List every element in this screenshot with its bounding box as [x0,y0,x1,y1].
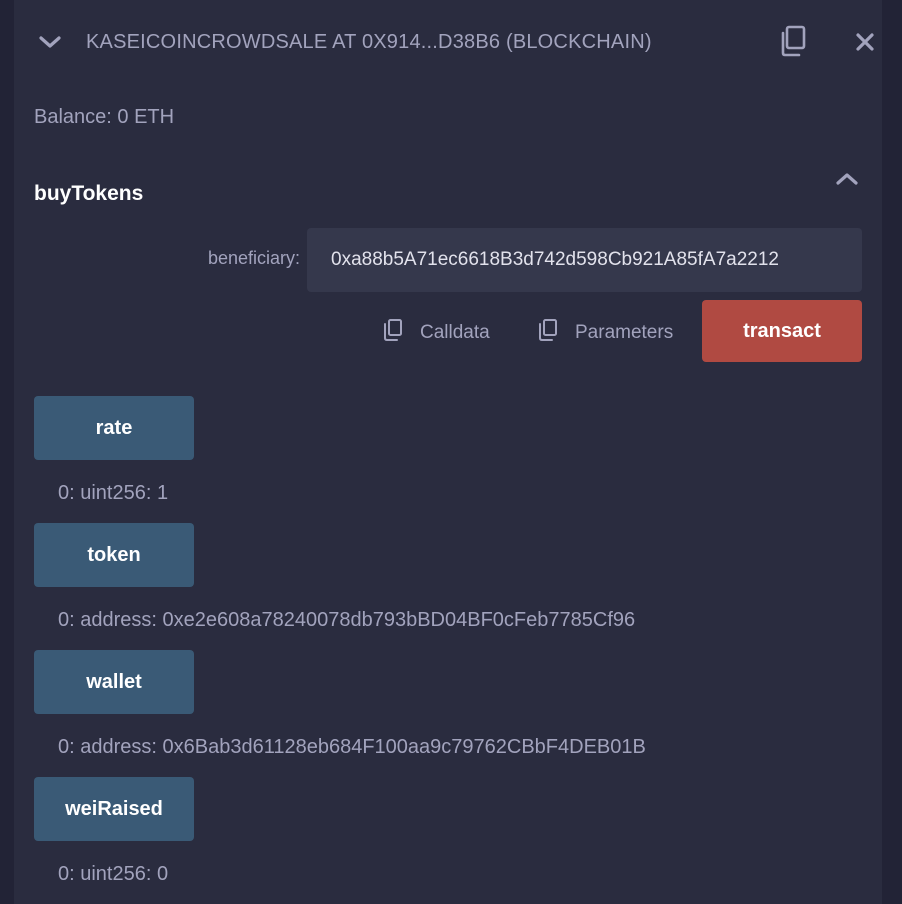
parameters-label: Parameters [575,322,674,343]
balance-text: Balance: 0 ETH [34,106,175,128]
chevron-up-icon[interactable] [832,164,862,194]
rate-result: 0: uint256: 1 [58,482,169,504]
chevron-down-icon[interactable] [36,28,64,56]
beneficiary-input[interactable] [307,228,862,292]
function-title: buyTokens [34,182,144,205]
right-gutter [882,0,902,904]
token-result: 0: address: 0xe2e608a78240078db793bBD04B… [58,609,636,631]
contract-header: KASEICOINCROWDSALE AT 0X914...D38B6 (BLO… [14,0,882,84]
weiraised-result: 0: uint256: 0 [58,863,169,885]
calldata-label: Calldata [420,322,490,343]
weiraised-button[interactable]: weiRaised [34,777,194,841]
contract-title: KASEICOINCROWDSALE AT 0X914...D38B6 (BLO… [86,31,652,53]
parameters-button[interactable]: Parameters [537,318,673,348]
copy-icon [537,318,559,348]
wallet-button[interactable]: wallet [34,650,194,714]
wallet-result: 0: address: 0x6Bab3d61128eb684F100aa9c79… [58,736,646,758]
copy-icon[interactable] [776,24,810,58]
rate-button[interactable]: rate [34,396,194,460]
calldata-button[interactable]: Calldata [382,318,490,348]
close-icon[interactable] [850,28,880,56]
deployed-contract-panel: KASEICOINCROWDSALE AT 0X914...D38B6 (BLO… [14,0,882,904]
left-gutter [0,0,14,904]
token-button[interactable]: token [34,523,194,587]
beneficiary-label: beneficiary: [207,248,300,268]
transact-button[interactable]: transact [702,300,862,362]
copy-icon [382,318,404,348]
